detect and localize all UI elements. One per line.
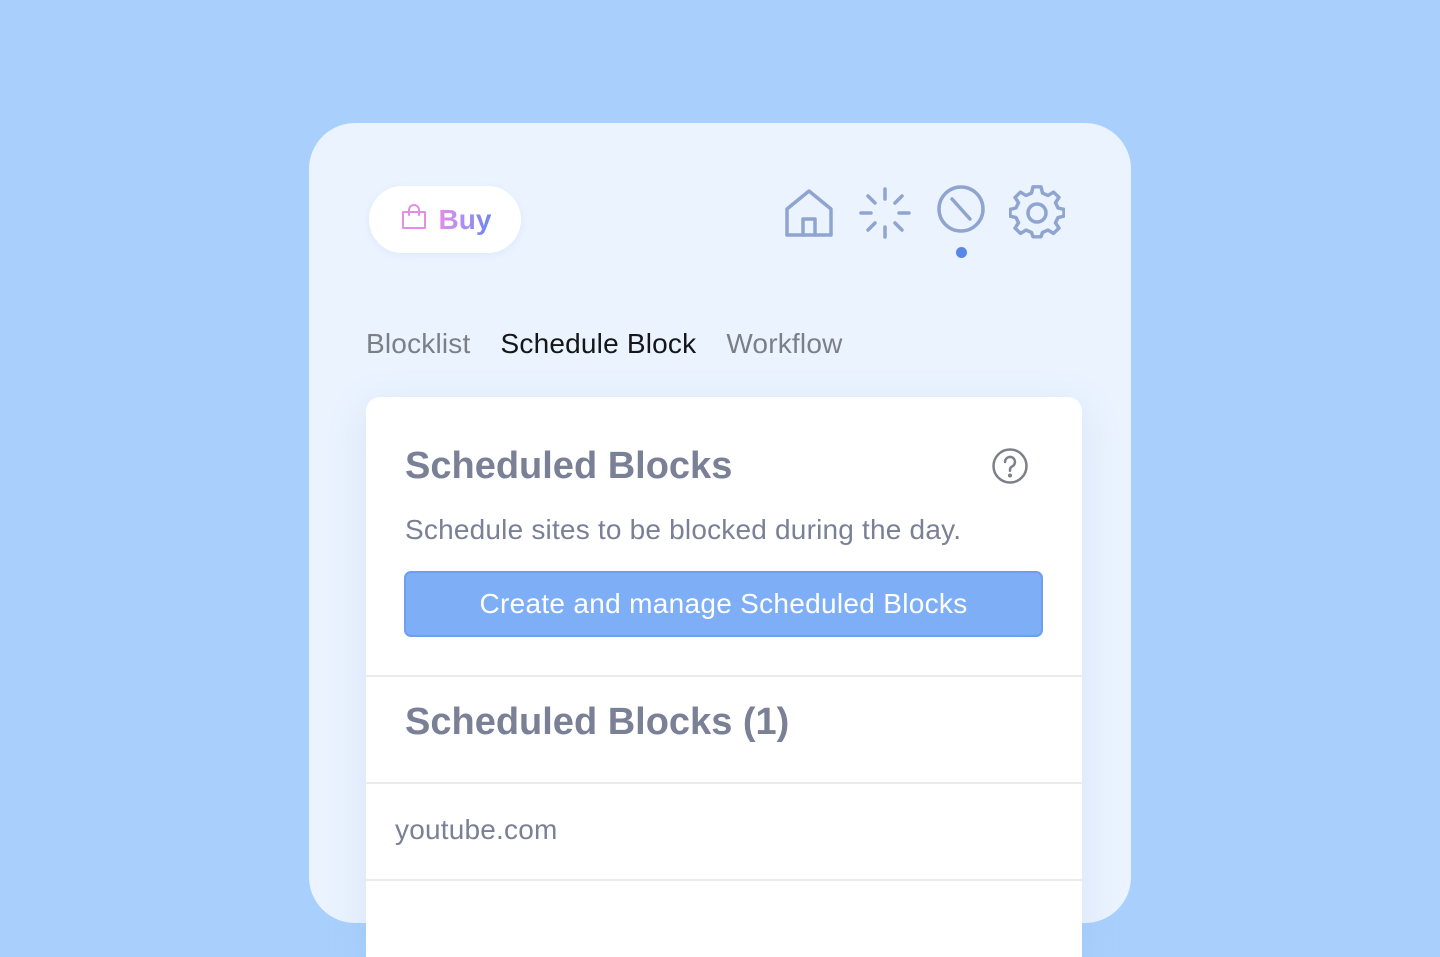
shopping-bag-icon: [399, 202, 429, 237]
card-header-section: Scheduled Blocks Schedule sites to be bl…: [366, 397, 1082, 677]
tab-workflow[interactable]: Workflow: [726, 328, 842, 360]
scheduled-blocks-card: Scheduled Blocks Schedule sites to be bl…: [366, 397, 1082, 957]
tab-blocklist[interactable]: Blocklist: [366, 328, 471, 360]
home-icon: [781, 189, 837, 245]
card-description: Schedule sites to be blocked during the …: [405, 514, 962, 545]
nav-focus[interactable]: [857, 185, 913, 241]
list-title: Scheduled Blocks (1): [405, 701, 790, 743]
buy-button[interactable]: Buy: [369, 186, 521, 253]
buy-label: Buy: [438, 203, 492, 235]
help-button[interactable]: [991, 447, 1029, 485]
list-item[interactable]: youtube.com: [366, 784, 1082, 881]
list-header-section: Scheduled Blocks (1): [366, 677, 1082, 784]
block-icon: [933, 185, 989, 239]
tab-schedule-block[interactable]: Schedule Block: [501, 328, 697, 360]
loader-icon: [857, 187, 913, 245]
tab-bar: Blocklist Schedule Block Workflow: [366, 328, 843, 360]
question-mark-icon: [991, 448, 1029, 489]
create-manage-scheduled-blocks-button[interactable]: Create and manage Scheduled Blocks: [404, 571, 1043, 637]
nav-settings[interactable]: [1008, 185, 1066, 241]
nav-block[interactable]: [933, 179, 989, 235]
list-item-label: youtube.com: [395, 814, 558, 845]
nav-home[interactable]: [781, 185, 837, 241]
card-title: Scheduled Blocks: [405, 445, 733, 487]
active-nav-indicator: [956, 247, 967, 258]
gear-icon: [1008, 185, 1066, 245]
popup-panel: Buy Blocklist Schedule Block Workflow Sc…: [309, 123, 1131, 957]
